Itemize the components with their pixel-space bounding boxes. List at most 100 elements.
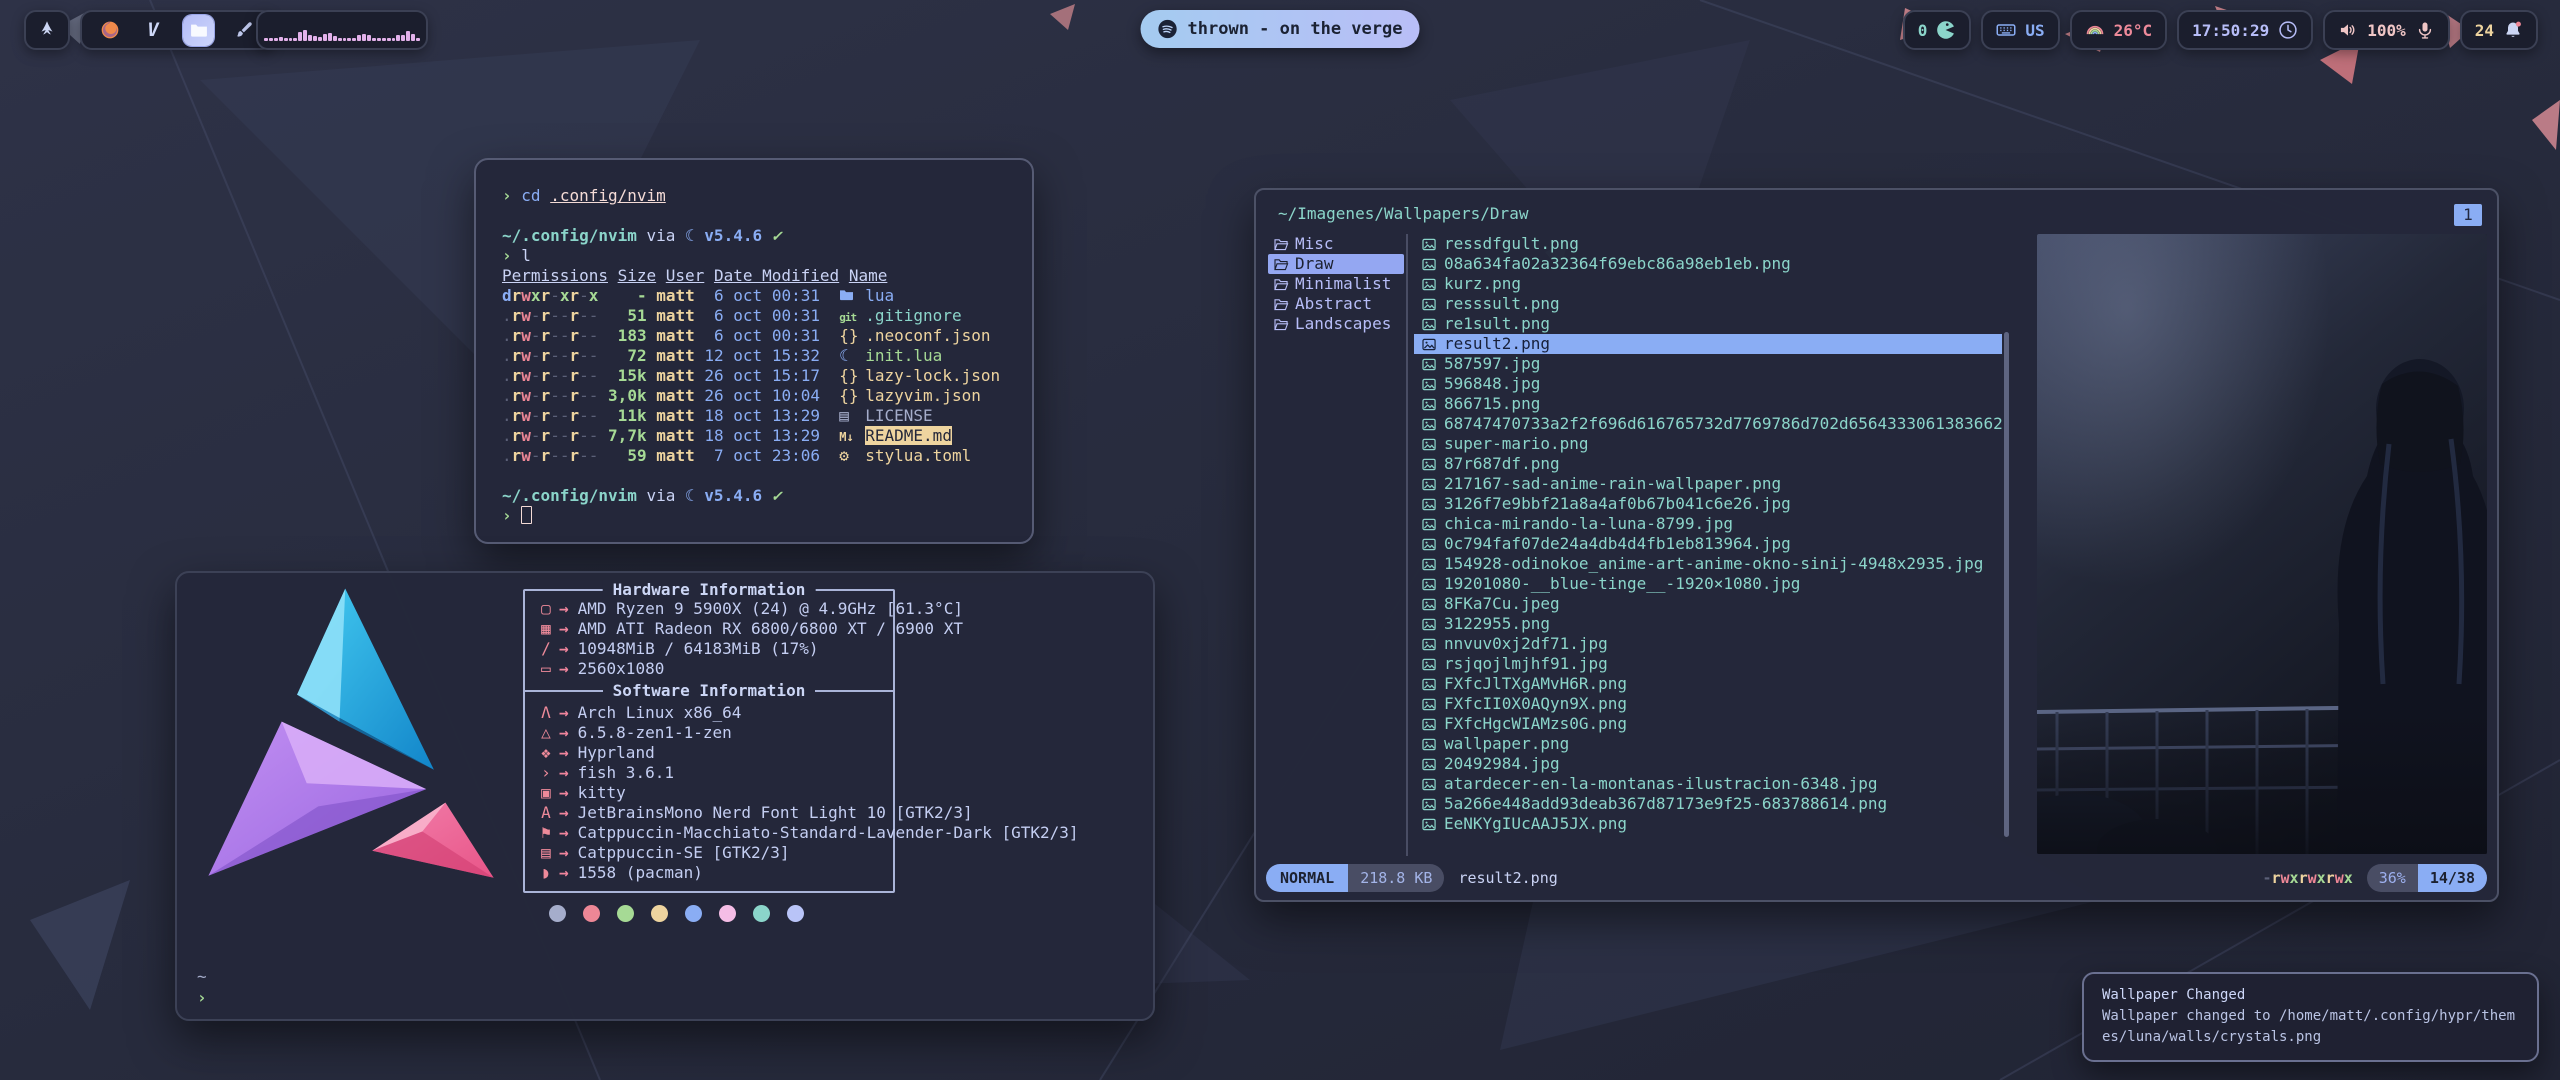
weather-widget[interactable]: 26°C bbox=[2070, 10, 2168, 50]
terminal-color-palette bbox=[549, 905, 804, 922]
file-item[interactable]: 866715.png bbox=[1414, 394, 2002, 414]
sidebar-item-landscapes[interactable]: Landscapes bbox=[1268, 314, 1404, 334]
sidebar-item-abstract[interactable]: Abstract bbox=[1268, 294, 1404, 314]
image-file-icon bbox=[1422, 578, 1437, 591]
file-item[interactable]: chica-mirando-la-luna-8799.jpg bbox=[1414, 514, 2002, 534]
perm-char: r bbox=[541, 386, 551, 405]
keyboard-layout-widget[interactable]: US bbox=[1981, 10, 2059, 50]
clock-widget[interactable]: 17:50:29 bbox=[2177, 10, 2313, 50]
notifications-widget[interactable]: 24 bbox=[2460, 10, 2538, 50]
text-segment bbox=[695, 346, 705, 365]
file-manager-window[interactable]: ~/Imagenes/Wallpapers/Draw 1 MiscDrawMin… bbox=[1254, 188, 2499, 902]
visualizer-bar bbox=[323, 34, 327, 41]
image-file-icon bbox=[1422, 338, 1437, 351]
sidebar-item-draw[interactable]: Draw bbox=[1268, 254, 1404, 274]
file-item[interactable]: 596848.jpg bbox=[1414, 374, 2002, 394]
text-segment bbox=[820, 386, 839, 405]
sidebar-item-minimalist[interactable]: Minimalist bbox=[1268, 274, 1404, 294]
folder-sidebar: MiscDrawMinimalistAbstractLandscapes bbox=[1268, 234, 1404, 334]
text-segment bbox=[647, 426, 657, 445]
file-item[interactable]: ressdfgult.png bbox=[1414, 234, 2002, 254]
file-item-name: 68747470733a2f2f696d616765732d7769786d70… bbox=[1444, 414, 2002, 434]
audio-visualizer-widget[interactable] bbox=[256, 10, 428, 50]
image-file-icon bbox=[1422, 618, 1437, 631]
file-item[interactable]: wallpaper.png bbox=[1414, 734, 2002, 754]
prompt-line: ~ bbox=[197, 967, 207, 988]
file-item[interactable]: rsjqojlmjhf91.jpg bbox=[1414, 654, 2002, 674]
filetype-icon: {} bbox=[839, 366, 865, 386]
info-value: AMD ATI Radeon RX 6800/6800 XT / 6900 XT bbox=[578, 619, 963, 638]
text-segment: ☾ bbox=[685, 486, 704, 505]
file-item-name: atardecer-en-la-montanas-ilustracion-634… bbox=[1444, 774, 1877, 794]
perm-char: - bbox=[589, 306, 599, 325]
file-item[interactable]: FXfcHgcWIAMzs0G.png bbox=[1414, 714, 2002, 734]
spotify-icon bbox=[1158, 19, 1178, 39]
perm-char: d bbox=[502, 286, 512, 305]
file-item-name: re1sult.png bbox=[1444, 314, 1550, 334]
sidebar-item-misc[interactable]: Misc bbox=[1268, 234, 1404, 254]
perm-char: r bbox=[2299, 869, 2308, 887]
media-widget[interactable]: thrown - on the verge bbox=[1141, 10, 1420, 48]
folder-open-icon bbox=[1274, 298, 1289, 311]
fetch-info-row: ▭→2560x1080 bbox=[525, 659, 893, 679]
file-item[interactable]: 20492984.jpg bbox=[1414, 754, 2002, 774]
file-item[interactable]: re1sult.png bbox=[1414, 314, 2002, 334]
file-item[interactable]: kurz.png bbox=[1414, 274, 2002, 294]
file-item[interactable]: 08a634fa02a32364f69ebc86a98eb1eb.png bbox=[1414, 254, 2002, 274]
text-segment bbox=[820, 426, 839, 445]
terminal-line: › cd .config/nvim bbox=[502, 186, 1006, 206]
terminal-window[interactable]: › cd .config/nvim~/.config/nvim via ☾ v5… bbox=[474, 158, 1034, 544]
file-item[interactable]: atardecer-en-la-montanas-ilustracion-634… bbox=[1414, 774, 2002, 794]
perm-char: x bbox=[2317, 869, 2326, 887]
file-item[interactable]: 3126f7e9bbf21a8a4af0b67b041c6e26.jpg bbox=[1414, 494, 2002, 514]
visualizer-bar bbox=[264, 38, 268, 41]
launcher-button[interactable] bbox=[24, 10, 70, 50]
file-item[interactable]: 68747470733a2f2f696d616765732d7769786d70… bbox=[1414, 414, 2002, 434]
scrollbar[interactable] bbox=[2004, 332, 2009, 837]
file-item[interactable]: 0c794faf07de24a4db4d4fb1eb813964.jpg bbox=[1414, 534, 2002, 554]
fetch-terminal-window[interactable]: Hardware Information ▢→AMD Ryzen 9 5900X… bbox=[175, 571, 1155, 1021]
text-segment bbox=[598, 366, 608, 385]
text-segment: via bbox=[637, 226, 685, 245]
perm-char: - bbox=[589, 426, 599, 445]
text-segment bbox=[704, 266, 714, 285]
mode-badge: NORMAL bbox=[1266, 864, 1348, 892]
file-item[interactable]: 217167-sad-anime-rain-wallpaper.png bbox=[1414, 474, 2002, 494]
file-item[interactable]: FXfcJlTXgAMvH6R.png bbox=[1414, 674, 2002, 694]
perm-char: r bbox=[569, 406, 579, 425]
text-segment bbox=[820, 346, 839, 365]
file-item[interactable]: FXfcII0X0AQyn9X.png bbox=[1414, 694, 2002, 714]
file-item[interactable]: nnvuv0xj2df71.jpg bbox=[1414, 634, 2002, 654]
desktop: V thrown - on the verge 0 US bbox=[0, 0, 2560, 1080]
file-item[interactable]: 154928-odinokoe_anime-art-anime-okno-sin… bbox=[1414, 554, 2002, 574]
file-item[interactable]: 8FKa7Cu.jpeg bbox=[1414, 594, 2002, 614]
file-item-name: 20492984.jpg bbox=[1444, 754, 1560, 774]
perm-char: w bbox=[521, 286, 531, 305]
visualizer-bar bbox=[289, 38, 293, 41]
file-item[interactable]: 5a266e448add93deab367d87173e9f25-6837886… bbox=[1414, 794, 2002, 814]
hardware-section-title: Hardware Information bbox=[603, 580, 816, 600]
file-item[interactable]: 587597.jpg bbox=[1414, 354, 2002, 374]
file-item[interactable]: result2.png bbox=[1414, 334, 2002, 354]
color-dot bbox=[549, 905, 566, 922]
tab-badge[interactable]: 1 bbox=[2454, 204, 2482, 226]
files-button[interactable] bbox=[183, 15, 214, 46]
visualizer-bar bbox=[269, 38, 273, 41]
file-item[interactable]: EeNKYgIUcAAJ5JX.png bbox=[1414, 814, 2002, 834]
text-segment bbox=[541, 186, 551, 205]
display-icon: ▭ bbox=[533, 659, 559, 679]
volume-widget[interactable]: 100% bbox=[2323, 10, 2450, 50]
file-item-name: 596848.jpg bbox=[1444, 374, 1540, 394]
terminal-icon: ▣ bbox=[533, 783, 559, 803]
firefox-button[interactable] bbox=[97, 15, 123, 45]
image-file-icon bbox=[1422, 398, 1437, 411]
updates-widget[interactable]: 0 bbox=[1903, 10, 1972, 50]
notification[interactable]: Wallpaper Changed Wallpaper changed to /… bbox=[2082, 972, 2539, 1062]
file-item[interactable]: 3122955.png bbox=[1414, 614, 2002, 634]
brush-button[interactable] bbox=[231, 15, 257, 45]
vim-button[interactable]: V bbox=[140, 15, 166, 45]
file-item[interactable]: super-mario.png bbox=[1414, 434, 2002, 454]
file-item[interactable]: 87r687df.png bbox=[1414, 454, 2002, 474]
file-item[interactable]: 19201080-__blue-tinge__-1920×1080.jpg bbox=[1414, 574, 2002, 594]
file-item[interactable]: resssult.png bbox=[1414, 294, 2002, 314]
